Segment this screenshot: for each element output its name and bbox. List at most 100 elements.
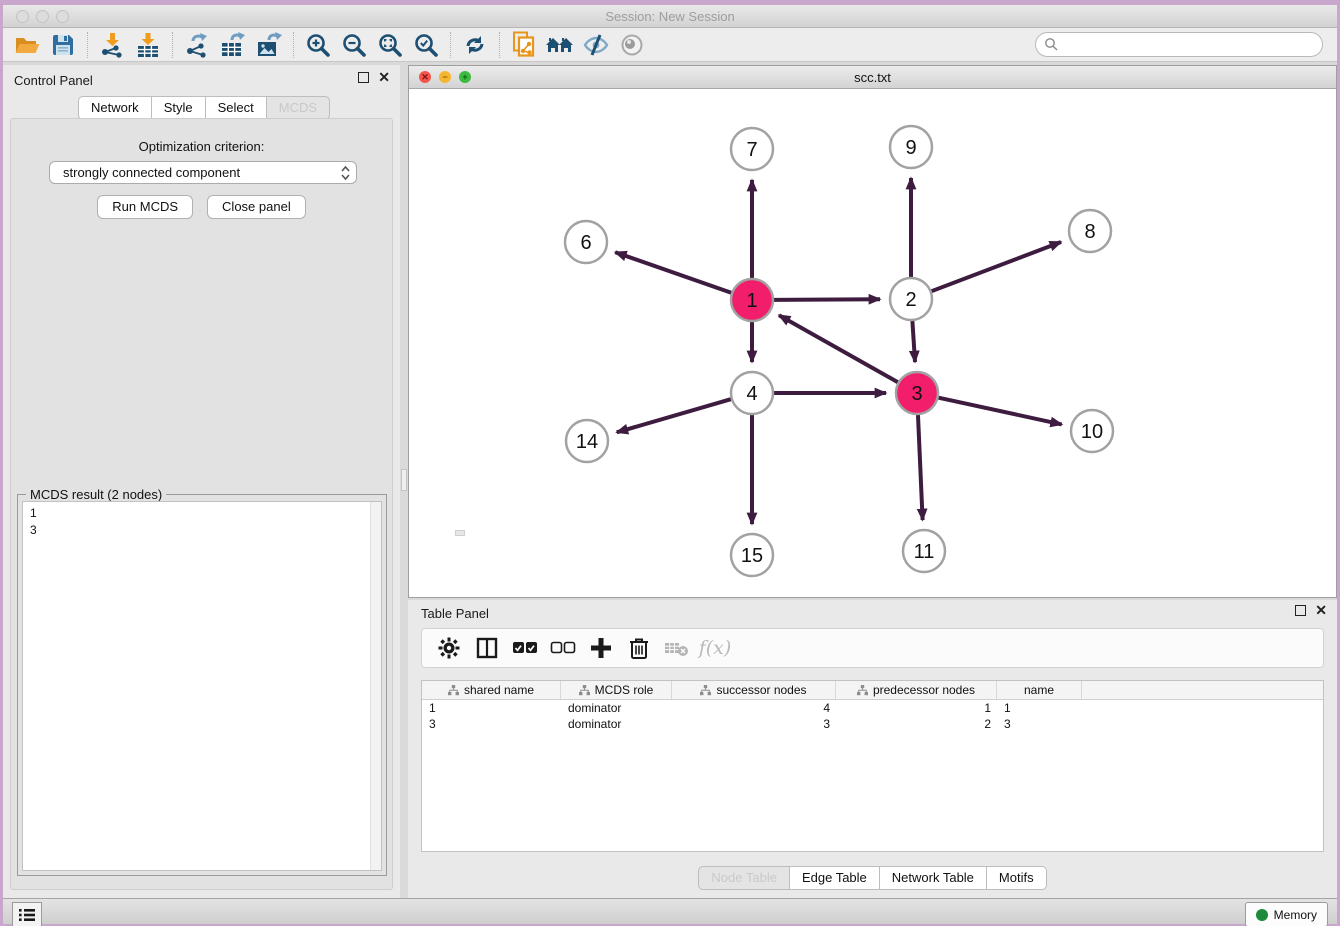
delete-column-button[interactable] <box>620 632 658 664</box>
tab-network[interactable]: Network <box>78 96 152 120</box>
zoom-fit-icon <box>377 32 403 58</box>
table-row[interactable]: 3dominator323 <box>422 716 1323 732</box>
zoom-out-button[interactable] <box>336 30 372 60</box>
export-table-button[interactable] <box>215 30 251 60</box>
result-scrollbar[interactable] <box>370 502 381 870</box>
refresh-layout-button[interactable] <box>457 30 493 60</box>
settings-button[interactable] <box>430 632 468 664</box>
column-header-successor-nodes[interactable]: successor nodes <box>672 681 836 699</box>
delete-column-icon <box>629 637 649 659</box>
edge-1-6[interactable] <box>615 252 731 293</box>
export-image-button[interactable] <box>251 30 287 60</box>
node-1[interactable]: 1 <box>731 279 773 321</box>
clone-network-button[interactable] <box>506 30 542 60</box>
delete-table-button[interactable] <box>658 632 696 664</box>
node-label: 3 <box>911 383 922 405</box>
zoom-selected-button[interactable] <box>408 30 444 60</box>
column-header-MCDS-role[interactable]: MCDS role <box>561 681 672 699</box>
node-6[interactable]: 6 <box>565 221 607 263</box>
function-builder-button[interactable]: f(x) <box>696 632 734 664</box>
close-table-panel-icon[interactable]: ✕ <box>1315 605 1327 616</box>
tab-mcds[interactable]: MCDS <box>267 96 330 120</box>
network-canvas[interactable]: 7 9 6 8 1 2 4 3 14 10 15 11 <box>409 89 1336 597</box>
task-history-button[interactable] <box>12 902 42 926</box>
node-7[interactable]: 7 <box>731 128 773 170</box>
settings-gear-icon <box>438 637 460 659</box>
node-10[interactable]: 10 <box>1071 410 1113 452</box>
tab-network-table[interactable]: Network Table <box>880 866 987 890</box>
export-image-icon <box>256 32 282 58</box>
zoom-in-icon <box>305 32 331 58</box>
edge-3-11[interactable] <box>918 415 923 520</box>
deselect-all-button[interactable] <box>544 632 582 664</box>
table-cell: 3 <box>672 716 836 732</box>
import-network-button[interactable] <box>94 30 130 60</box>
column-label: successor nodes <box>716 683 806 697</box>
edge-2-3[interactable] <box>912 321 915 362</box>
horizontal-splitter-grip[interactable] <box>455 530 465 536</box>
column-view-button[interactable] <box>468 632 506 664</box>
close-panel-icon[interactable]: ✕ <box>378 72 390 83</box>
table-row[interactable]: 1dominator411 <box>422 700 1323 716</box>
open-session-icon <box>14 33 41 57</box>
column-header-name[interactable]: name <box>997 681 1082 699</box>
splitter-grip[interactable] <box>401 469 407 491</box>
node-label: 14 <box>576 431 598 453</box>
zoom-fit-button[interactable] <box>372 30 408 60</box>
column-header-predecessor-nodes[interactable]: predecessor nodes <box>836 681 997 699</box>
edge-4-14[interactable] <box>617 399 731 432</box>
select-all-button[interactable] <box>506 632 544 664</box>
tab-node-table[interactable]: Node Table <box>698 866 790 890</box>
table-header-row: shared nameMCDS role successor nodes prede… <box>422 681 1323 700</box>
optimization-criterion-label: Optimization criterion: <box>11 139 392 154</box>
add-column-icon <box>590 637 612 659</box>
tab-select[interactable]: Select <box>206 96 267 120</box>
edge-2-8[interactable] <box>932 242 1061 291</box>
zoom-in-button[interactable] <box>300 30 336 60</box>
tab-style[interactable]: Style <box>152 96 206 120</box>
control-panel-tabs: NetworkStyleSelectMCDS <box>78 96 330 120</box>
search-field[interactable] <box>1035 32 1323 57</box>
open-session-button[interactable] <box>9 30 45 60</box>
save-session-button[interactable] <box>45 30 81 60</box>
show-eye-button[interactable] <box>614 30 650 60</box>
node-8[interactable]: 8 <box>1069 210 1111 252</box>
selected-criterion: strongly connected component <box>63 165 341 180</box>
optimization-criterion-select[interactable]: strongly connected component <box>49 161 357 184</box>
network-window-titlebar: ✕ − + scc.txt <box>409 66 1336 89</box>
node-9[interactable]: 9 <box>890 126 932 168</box>
hide-panel-icon <box>582 33 610 57</box>
table-cell: dominator <box>561 716 672 732</box>
edge-1-2[interactable] <box>774 299 880 300</box>
column-header-shared-name[interactable]: shared name <box>422 681 561 699</box>
table-cell: 1 <box>997 700 1082 716</box>
mcds-result-text[interactable]: 1 3 <box>22 501 382 871</box>
column-label: predecessor nodes <box>873 683 975 697</box>
hide-panel-button[interactable] <box>578 30 614 60</box>
run-mcds-button[interactable]: Run MCDS <box>97 195 193 219</box>
close-panel-button[interactable]: Close panel <box>207 195 306 219</box>
export-network-button[interactable] <box>179 30 215 60</box>
search-icon <box>1044 37 1059 52</box>
node-4[interactable]: 4 <box>731 372 773 414</box>
add-column-button[interactable] <box>582 632 620 664</box>
node-label: 2 <box>905 289 916 311</box>
search-input[interactable] <box>1059 37 1322 52</box>
node-11[interactable]: 11 <box>903 530 945 572</box>
import-table-button[interactable] <box>130 30 166 60</box>
table-cell: 2 <box>836 716 997 732</box>
node-2[interactable]: 2 <box>890 278 932 320</box>
node-label: 9 <box>905 137 916 159</box>
tab-edge-table[interactable]: Edge Table <box>790 866 880 890</box>
float-panel-icon[interactable] <box>358 72 369 83</box>
networks-home-button[interactable] <box>542 30 578 60</box>
memory-button[interactable]: Memory <box>1245 902 1328 926</box>
edge-3-10[interactable] <box>938 398 1061 425</box>
node-15[interactable]: 15 <box>731 534 773 576</box>
tab-motifs[interactable]: Motifs <box>987 866 1047 890</box>
node-3[interactable]: 3 <box>896 372 938 414</box>
node-14[interactable]: 14 <box>566 420 608 462</box>
vertical-splitter[interactable] <box>400 65 408 898</box>
float-table-panel-icon[interactable] <box>1295 605 1306 616</box>
edge-3-1[interactable] <box>779 315 898 382</box>
